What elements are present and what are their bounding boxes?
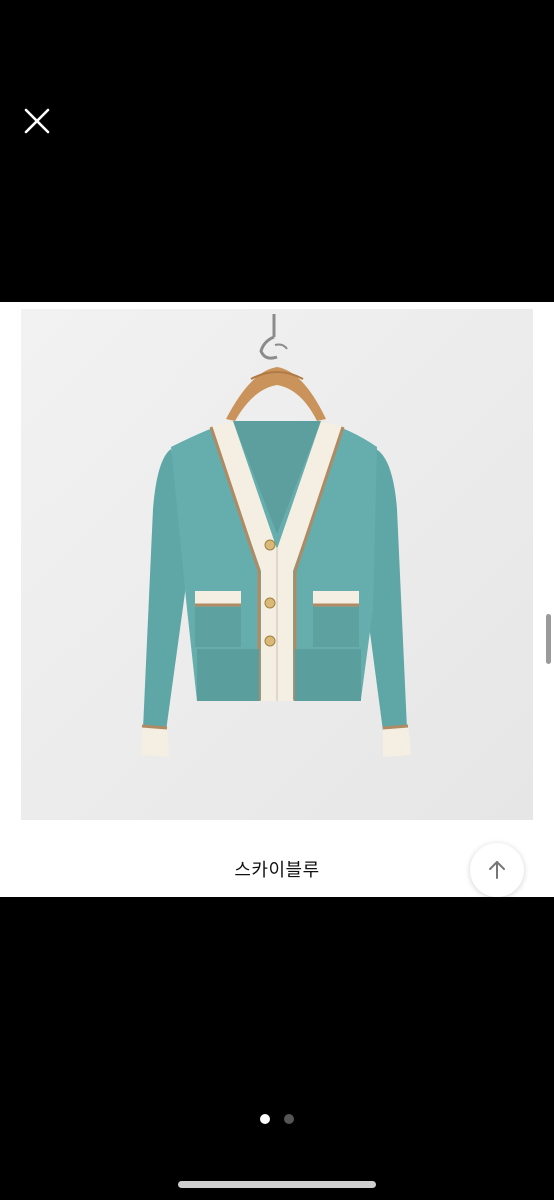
close-button[interactable] <box>18 102 56 140</box>
pager-dot-2[interactable] <box>284 1114 294 1124</box>
image-pager <box>0 1114 554 1124</box>
arrow-up-icon <box>489 861 505 879</box>
product-photo <box>21 309 533 820</box>
pager-dot-1[interactable] <box>260 1114 270 1124</box>
scrollbar[interactable] <box>546 614 551 664</box>
close-icon <box>24 108 50 134</box>
scroll-to-top-button[interactable] <box>470 843 524 897</box>
image-viewer: 스카이블루 <box>0 0 554 1200</box>
product-detail-card: 스카이블루 <box>0 302 554 897</box>
home-indicator[interactable] <box>178 1181 376 1188</box>
